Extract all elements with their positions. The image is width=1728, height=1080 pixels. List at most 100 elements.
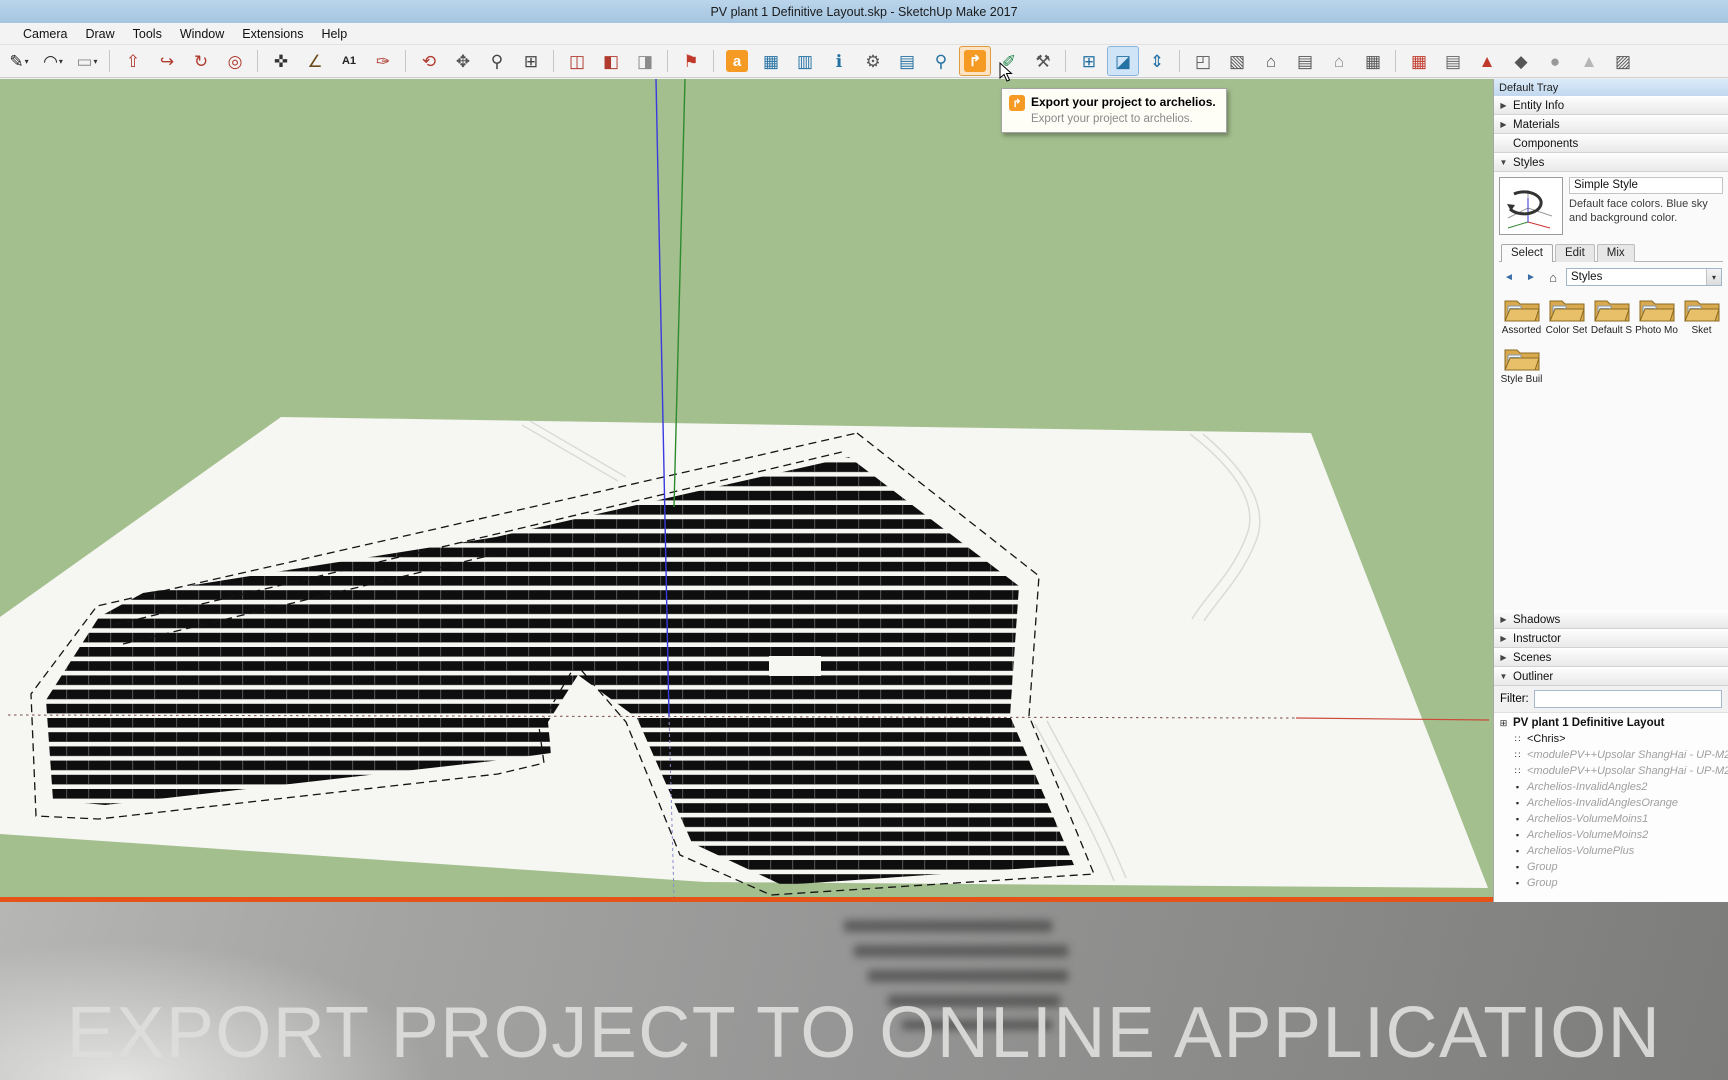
- styles-tab[interactable]: Mix: [1596, 244, 1635, 262]
- outliner-root[interactable]: ⊞ PV plant 1 Definitive Layout: [1494, 715, 1728, 731]
- outliner-filter-row: Filter:: [1494, 686, 1728, 712]
- project-settings-tool[interactable]: ⚙: [858, 47, 888, 75]
- excavate-tool[interactable]: ⚒: [1028, 47, 1058, 75]
- style-thumbnail[interactable]: [1499, 177, 1563, 235]
- pushpull-tool[interactable]: ⇧: [109, 47, 148, 75]
- tool-icon: ⚲: [934, 51, 948, 71]
- menu-item[interactable]: Window: [171, 23, 233, 44]
- tray-section-outliner[interactable]: ▼ Outliner: [1494, 667, 1728, 686]
- home-icon[interactable]: ⌂: [1544, 269, 1562, 286]
- menu-item[interactable]: Camera: [14, 23, 76, 44]
- building-tool[interactable]: ▤: [1290, 47, 1320, 75]
- outliner-item[interactable]: ∷ <modulePV++Upsolar ShangHai - UP-M2: [1494, 763, 1728, 779]
- arc-tool[interactable]: ◠ ▾: [38, 47, 68, 75]
- outliner-filter-input[interactable]: [1533, 690, 1722, 708]
- tray-section-scenes[interactable]: ▶ Scenes: [1494, 648, 1728, 667]
- outliner-item[interactable]: ▪ Archelios-InvalidAnglesOrange: [1494, 795, 1728, 811]
- zoom-tool[interactable]: ⚲: [482, 47, 512, 75]
- styles-tab[interactable]: Select: [1501, 244, 1553, 262]
- styles-tab[interactable]: Edit: [1554, 244, 1595, 262]
- shed-tool[interactable]: ⌂: [1324, 47, 1354, 75]
- sphere-tool[interactable]: ●: [1540, 47, 1570, 75]
- back-arrow-button[interactable]: ◄: [1500, 269, 1518, 286]
- menu-item[interactable]: Tools: [124, 23, 171, 44]
- forward-arrow-button[interactable]: ►: [1522, 269, 1540, 286]
- menu-item[interactable]: Help: [312, 23, 356, 44]
- outliner-item[interactable]: ▪ Archelios-VolumeMoins1: [1494, 811, 1728, 827]
- pyramid-tool[interactable]: ▲: [1472, 47, 1502, 75]
- outliner-item[interactable]: ▪ Archelios-VolumeMoins2: [1494, 827, 1728, 843]
- outliner-item[interactable]: ▪ Group: [1494, 875, 1728, 891]
- folder-icon: [1503, 300, 1540, 322]
- outliner-item[interactable]: ▪ Group: [1494, 859, 1728, 875]
- offset-tool[interactable]: ◎: [220, 47, 250, 75]
- section-display-tool[interactable]: ◨: [630, 47, 660, 75]
- tool-icon: ⌂: [1333, 51, 1345, 71]
- style-folder[interactable]: Sket: [1679, 297, 1724, 336]
- shape-tool[interactable]: ▭ ▾: [72, 47, 102, 75]
- walkthrough-tool[interactable]: ⇕: [1142, 47, 1172, 75]
- paint-bucket-tool[interactable]: ✑: [368, 47, 398, 75]
- style-folder[interactable]: Color Set: [1544, 297, 1589, 336]
- move-tool[interactable]: ✜: [257, 47, 296, 75]
- orbit-tool[interactable]: ⟲: [405, 47, 444, 75]
- folder-label: Style Buil: [1500, 374, 1543, 385]
- menu-item[interactable]: Extensions: [233, 23, 312, 44]
- chevron-down-icon[interactable]: ▾: [1706, 269, 1721, 285]
- pv-module-tool[interactable]: ▦: [756, 47, 786, 75]
- grid-snap-tool[interactable]: ⊞: [1065, 47, 1104, 75]
- tool-icon: ▦: [1410, 51, 1428, 71]
- styles-collection-dropdown[interactable]: Styles ▾: [1566, 268, 1722, 286]
- tool-icon: ▦: [1364, 51, 1382, 71]
- text-tool[interactable]: A1: [334, 47, 364, 75]
- archelios-logo[interactable]: a: [713, 47, 752, 75]
- zoom-selection-tool[interactable]: ⚲: [926, 47, 956, 75]
- outliner-item[interactable]: ∷ <Chris>: [1494, 731, 1728, 747]
- style-folder[interactable]: Assorted: [1499, 297, 1544, 336]
- rotate-tool[interactable]: ↻: [186, 47, 216, 75]
- outliner-item[interactable]: ▪ Archelios-InvalidAngles2: [1494, 779, 1728, 795]
- warehouse-tool[interactable]: ▦: [1358, 47, 1388, 75]
- item-icon: ▪: [1515, 814, 1520, 824]
- tray-section-shadows[interactable]: ▶ Shadows: [1494, 610, 1728, 629]
- outliner-item[interactable]: ▪ Archelios-VolumePlus: [1494, 843, 1728, 859]
- style-name-field[interactable]: Simple Style: [1569, 177, 1723, 194]
- tool-icon: ⊞: [523, 51, 539, 71]
- home-view-tool[interactable]: ⌂: [1256, 47, 1286, 75]
- cone-tool[interactable]: ▲: [1574, 47, 1604, 75]
- folder-label: Assorted: [1501, 325, 1542, 336]
- style-description: Default face colors. Blue sky and backgr…: [1569, 198, 1708, 225]
- component-box-tool[interactable]: ◰: [1179, 47, 1218, 75]
- outliner-item[interactable]: ∷ <modulePV++Upsolar ShangHai - UP-M2: [1494, 747, 1728, 763]
- style-folder[interactable]: Default S: [1589, 297, 1634, 336]
- solid-box-tool[interactable]: ▧: [1222, 47, 1252, 75]
- pv-array-tool[interactable]: ▥: [790, 47, 820, 75]
- followme-tool[interactable]: ↪: [152, 47, 182, 75]
- line-tool[interactable]: ✎ ▾: [4, 47, 34, 75]
- shaded-box-tool[interactable]: ◆: [1506, 47, 1536, 75]
- tool-icon: ▨: [1614, 51, 1632, 71]
- section-fill-tool[interactable]: ◧: [596, 47, 626, 75]
- tray-section-materials[interactable]: ▶ Materials: [1494, 115, 1728, 134]
- tray-section-styles[interactable]: ▼ Styles: [1494, 153, 1728, 172]
- collapse-arrow-icon: ▶: [1500, 101, 1507, 110]
- section-plane-tool[interactable]: ◫: [553, 47, 592, 75]
- tray-section-components[interactable]: ▶ Components: [1494, 134, 1728, 153]
- export-archelios-button[interactable]: ↱: [959, 46, 991, 76]
- pan-tool[interactable]: ✥: [448, 47, 478, 75]
- geolocation-tool[interactable]: ⚑: [667, 47, 706, 75]
- tape-measure-tool[interactable]: ∠: [300, 47, 330, 75]
- project-info-tool[interactable]: ℹ: [824, 47, 854, 75]
- zoom-extents-tool[interactable]: ⊞: [516, 47, 546, 75]
- grid-table-tool[interactable]: ▤: [1438, 47, 1468, 75]
- chevron-down-icon: ▾: [24, 56, 29, 66]
- textured-box-tool[interactable]: ▨: [1608, 47, 1638, 75]
- style-folder[interactable]: Style Buil: [1499, 346, 1544, 385]
- style-folder[interactable]: Photo Mo: [1634, 297, 1679, 336]
- tray-section-entity-info[interactable]: ▶ Entity Info: [1494, 96, 1728, 115]
- menu-item[interactable]: Draw: [76, 23, 123, 44]
- results-table-tool[interactable]: ▤: [892, 47, 922, 75]
- red-grid-tool[interactable]: ▦: [1395, 47, 1434, 75]
- tray-section-instructor[interactable]: ▶ Instructor: [1494, 629, 1728, 648]
- face-style-tool[interactable]: ◪: [1107, 46, 1139, 76]
